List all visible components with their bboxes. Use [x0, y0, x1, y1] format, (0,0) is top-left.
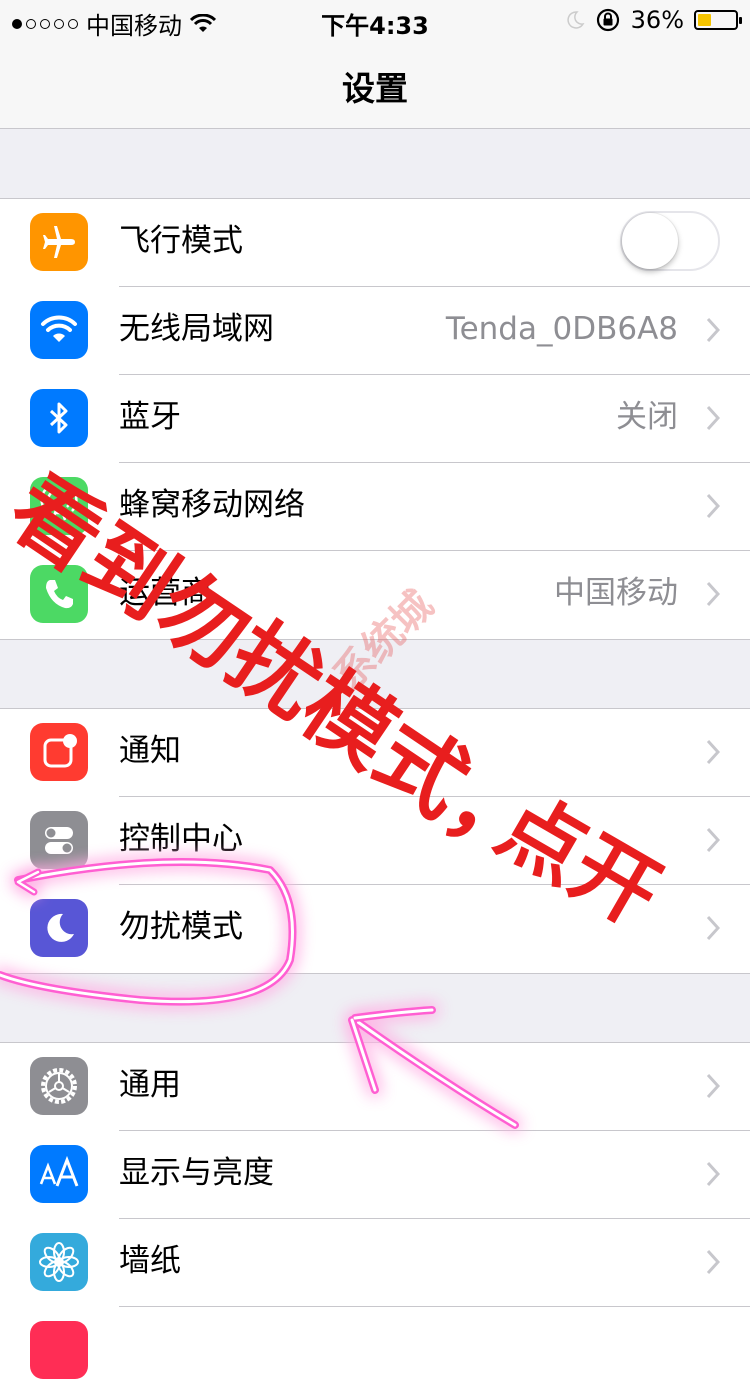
settings-row-label: 蓝牙	[119, 399, 181, 435]
flower-icon	[30, 1233, 88, 1291]
airplane-icon	[30, 213, 88, 271]
settings-group-display: 通用 显示与亮度 墙纸	[0, 1042, 750, 1395]
settings-row-label: 显示与亮度	[119, 1155, 274, 1191]
settings-row-label: 无线局域网	[119, 311, 274, 347]
control-center-icon	[30, 811, 88, 869]
battery-icon	[694, 10, 742, 30]
carrier-value: 中国移动	[554, 575, 678, 611]
moon-status-icon	[567, 11, 585, 29]
settings-row-label: 飞行模式	[119, 223, 243, 259]
settings-row-label: 勿扰模式	[119, 909, 243, 945]
bluetooth-status: 关闭	[616, 399, 678, 435]
airplane-mode-toggle[interactable]	[620, 211, 720, 271]
chevron-right-icon	[706, 1161, 720, 1187]
settings-row-wallpaper[interactable]: 墙纸	[0, 1219, 750, 1307]
chevron-right-icon	[706, 1073, 720, 1099]
settings-row-display-brightness[interactable]: 显示与亮度	[0, 1131, 750, 1219]
text-size-icon	[30, 1145, 88, 1203]
settings-row-wifi[interactable]: 无线局域网 Tenda_0DB6A8	[0, 287, 750, 375]
settings-row-bluetooth[interactable]: 蓝牙 关闭	[0, 375, 750, 463]
bluetooth-icon	[30, 389, 88, 447]
settings-row-partial[interactable]	[0, 1307, 750, 1395]
gear-icon	[30, 1057, 88, 1115]
battery-percentage: 36%	[630, 6, 684, 34]
sounds-icon	[30, 1321, 88, 1379]
orientation-lock-icon	[596, 8, 619, 32]
chevron-right-icon	[706, 317, 720, 343]
wifi-icon	[30, 301, 88, 359]
chevron-right-icon	[706, 581, 720, 607]
settings-row-label: 墙纸	[119, 1243, 181, 1279]
settings-row-label: 控制中心	[119, 821, 243, 857]
page-title: 设置	[342, 69, 408, 108]
chevron-right-icon	[706, 915, 720, 941]
settings-row-label: 通用	[119, 1067, 181, 1103]
chevron-right-icon	[706, 827, 720, 853]
settings-row-airplane-mode: 飞行模式	[0, 199, 750, 287]
moon-icon	[30, 899, 88, 957]
status-bar: 中国移动 下午4:33 36%	[0, 0, 750, 40]
chevron-right-icon	[706, 739, 720, 765]
chevron-right-icon	[706, 1249, 720, 1275]
chevron-right-icon	[706, 493, 720, 519]
chevron-right-icon	[706, 405, 720, 431]
notifications-icon	[30, 723, 88, 781]
settings-row-general[interactable]: 通用	[0, 1043, 750, 1131]
settings-row-label: 通知	[119, 733, 181, 769]
wifi-network-name: Tenda_0DB6A8	[445, 311, 678, 347]
